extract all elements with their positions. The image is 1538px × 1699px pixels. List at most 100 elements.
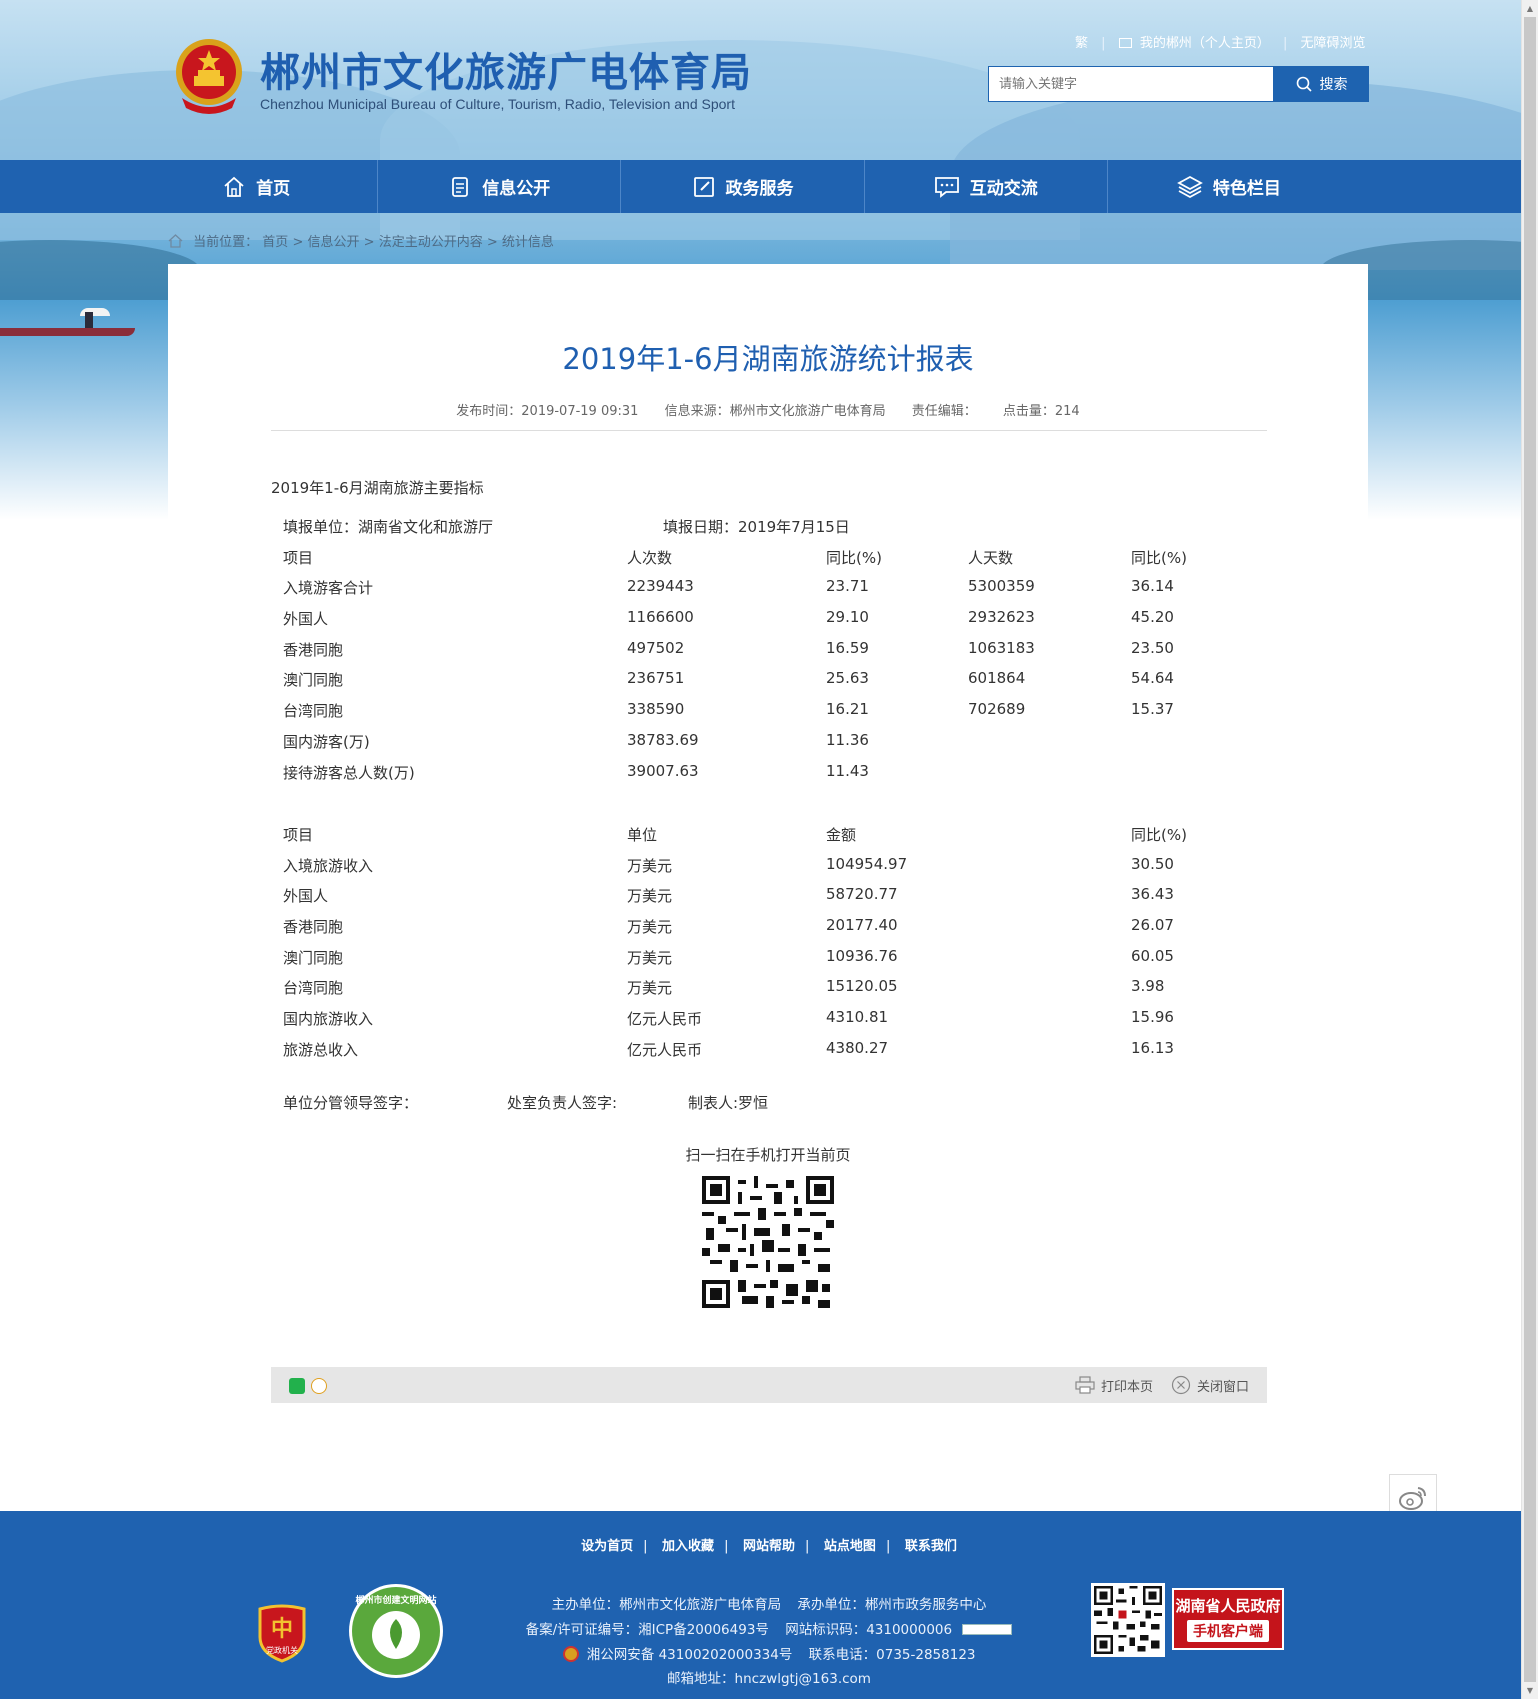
icp-record[interactable]: 备案/许可证编号：湘ICP备20006493号 (526, 1622, 769, 1638)
footer-link[interactable]: 设为首页 (581, 1539, 633, 1554)
fill-date: 填报日期：2019年7月15日 (663, 518, 850, 536)
table-cell: 15120.05 (826, 977, 898, 996)
table-cell: 亿元人民币 (627, 1040, 703, 1059)
table-cell: 29.10 (826, 608, 869, 627)
table-cell: 10936.76 (826, 946, 898, 965)
search-input[interactable] (989, 67, 1273, 101)
scrollbar-thumb[interactable] (1524, 17, 1536, 1682)
share-bar: 打印本页 关闭窗口 (271, 1367, 1267, 1403)
article-meta: 发布时间：2019-07-19 09:31 信息来源：郴州市文化旅游广电体育局 … (168, 400, 1368, 419)
nav-item-gov-services[interactable]: 政务服务 (621, 160, 865, 213)
my-chenzhou-link[interactable]: 我的郴州（个人主页） (1140, 32, 1270, 51)
table-cell: 60.05 (1131, 946, 1174, 965)
print-label: 打印本页 (1100, 1379, 1153, 1395)
divider: | (1101, 36, 1106, 51)
footer-link[interactable]: 站点地图 (824, 1539, 876, 1554)
main-nav: 首页 信息公开 政务服务 互动交流 特色栏目 (0, 160, 1521, 213)
wechat-share-icon[interactable] (289, 1378, 305, 1394)
table-header: 人天数 (968, 548, 1014, 567)
table-cell: 接待游客总人数(万) (283, 763, 415, 782)
divider: | (724, 1539, 729, 1554)
scroll-up-arrow-icon[interactable]: ▲ (1522, 0, 1538, 17)
table-cell: 45.20 (1131, 608, 1174, 627)
table-cell: 外国人 (283, 887, 329, 906)
civilized-website-badge-icon[interactable]: 郴州市创建文明网站 (348, 1583, 444, 1679)
breadcrumb-item[interactable]: 统计信息 (502, 235, 554, 250)
table-cell: 1166600 (627, 608, 694, 627)
table-cell: 台湾同胞 (283, 979, 344, 998)
site-subtitle: Chenzhou Municipal Bureau of Culture, To… (260, 96, 735, 112)
close-icon (1171, 1375, 1191, 1395)
search-button[interactable]: 搜索 (1274, 66, 1369, 102)
table-cell: 497502 (627, 638, 685, 657)
breadcrumb-item[interactable]: 首页 (262, 235, 288, 250)
nav-item-interaction[interactable]: 互动交流 (865, 160, 1108, 213)
search-icon (1296, 76, 1312, 92)
site-title[interactable]: 郴州市文化旅游广电体育局 (260, 40, 752, 98)
table-cell: 万美元 (627, 918, 673, 937)
home-icon (224, 176, 244, 197)
table-header: 项目 (283, 548, 314, 567)
traditional-chinese-link[interactable]: 繁 (1075, 32, 1088, 51)
table-header: 同比(%) (1131, 548, 1187, 567)
breadcrumb-item[interactable]: 法定主动公开内容 (379, 235, 483, 250)
national-emblem-icon[interactable] (172, 36, 247, 116)
table-header: 单位 (627, 826, 658, 844)
police-record[interactable]: 湘公网安备 43100202000334号 (587, 1647, 793, 1663)
accessible-browse-link[interactable]: 无障碍浏览 (1301, 32, 1366, 51)
page-scrollbar[interactable]: ▲ ▼ (1521, 0, 1538, 1699)
table-header: 同比(%) (826, 548, 882, 567)
breadcrumb: 当前位置： 首页 > 信息公开 > 法定主动公开内容 > 统计信息 (168, 231, 554, 250)
breadcrumb-item[interactable]: 信息公开 (308, 235, 360, 250)
nav-item-featured[interactable]: 特色栏目 (1108, 160, 1350, 213)
nav-item-info-disclosure[interactable]: 信息公开 (378, 160, 622, 213)
publish-time: 发布时间：2019-07-19 09:31 (456, 404, 639, 419)
nav-item-label: 特色栏目 (1212, 179, 1281, 199)
table-cell: 236751 (627, 669, 685, 688)
nav-item-home[interactable]: 首页 (135, 160, 379, 213)
table-cell: 16.59 (826, 638, 869, 657)
footer-link[interactable]: 加入收藏 (662, 1539, 714, 1554)
cnzz-stat-icon[interactable] (962, 1624, 1013, 1635)
divider: | (805, 1539, 810, 1554)
table-cell: 15.96 (1131, 1008, 1174, 1027)
svg-text:郴州市创建文明网站: 郴州市创建文明网站 (355, 1594, 436, 1606)
close-label: 关闭窗口 (1196, 1379, 1249, 1395)
footer-links: 设为首页 | 加入收藏 | 网站帮助 | 站点地图 | 联系我们 (0, 1535, 1521, 1554)
table-cell: 26.07 (1131, 916, 1174, 935)
svg-text:中: 中 (271, 1617, 293, 1642)
weibo-share-icon[interactable] (311, 1378, 327, 1394)
table-header: 项目 (283, 826, 314, 844)
office-signature: 处室负责人签字: (507, 1094, 618, 1112)
table-header: 同比(%) (1131, 826, 1187, 844)
hunan-gov-app-link[interactable]: 湖南省人民政府 手机客户端 (1172, 1588, 1284, 1650)
gov-app-subtitle: 手机客户端 (1187, 1620, 1269, 1642)
divider: | (1282, 36, 1288, 51)
table-cell: 2239443 (627, 577, 694, 596)
table-cell: 台湾同胞 (283, 702, 344, 721)
table-cell: 54.64 (1131, 669, 1174, 688)
qr-caption: 扫一扫在手机打开当前页 (685, 1146, 851, 1164)
table-cell: 国内游客(万) (283, 732, 370, 751)
breadcrumb-sep: > (486, 235, 498, 250)
site-code: 网站标识码：4310000006 (785, 1622, 953, 1638)
footer-link[interactable]: 联系我们 (905, 1539, 957, 1554)
table-cell: 20177.40 (826, 916, 898, 935)
gov-app-title: 湖南省人民政府 (1175, 1597, 1281, 1615)
nav-item-label: 互动交流 (969, 179, 1038, 199)
table-cell: 104954.97 (826, 854, 908, 873)
table-cell: 澳门同胞 (283, 948, 344, 967)
scroll-down-arrow-icon[interactable]: ▼ (1522, 1682, 1538, 1699)
table-cell: 25.63 (826, 669, 869, 688)
print-button[interactable]: 打印本页 (1075, 1375, 1153, 1395)
table-cell: 1063183 (968, 638, 1035, 657)
table-cell: 23.50 (1131, 638, 1174, 657)
party-gov-badge-icon[interactable]: 中 党政机关 (256, 1603, 308, 1663)
editor: 责任编辑： (911, 404, 977, 419)
footer-link[interactable]: 网站帮助 (743, 1539, 795, 1554)
table-cell: 38783.69 (627, 730, 699, 749)
close-window-button[interactable]: 关闭窗口 (1171, 1375, 1249, 1395)
table-cell: 入境游客合计 (283, 579, 374, 598)
table-cell: 16.13 (1131, 1038, 1174, 1057)
table-cell: 亿元人民币 (627, 1010, 703, 1029)
